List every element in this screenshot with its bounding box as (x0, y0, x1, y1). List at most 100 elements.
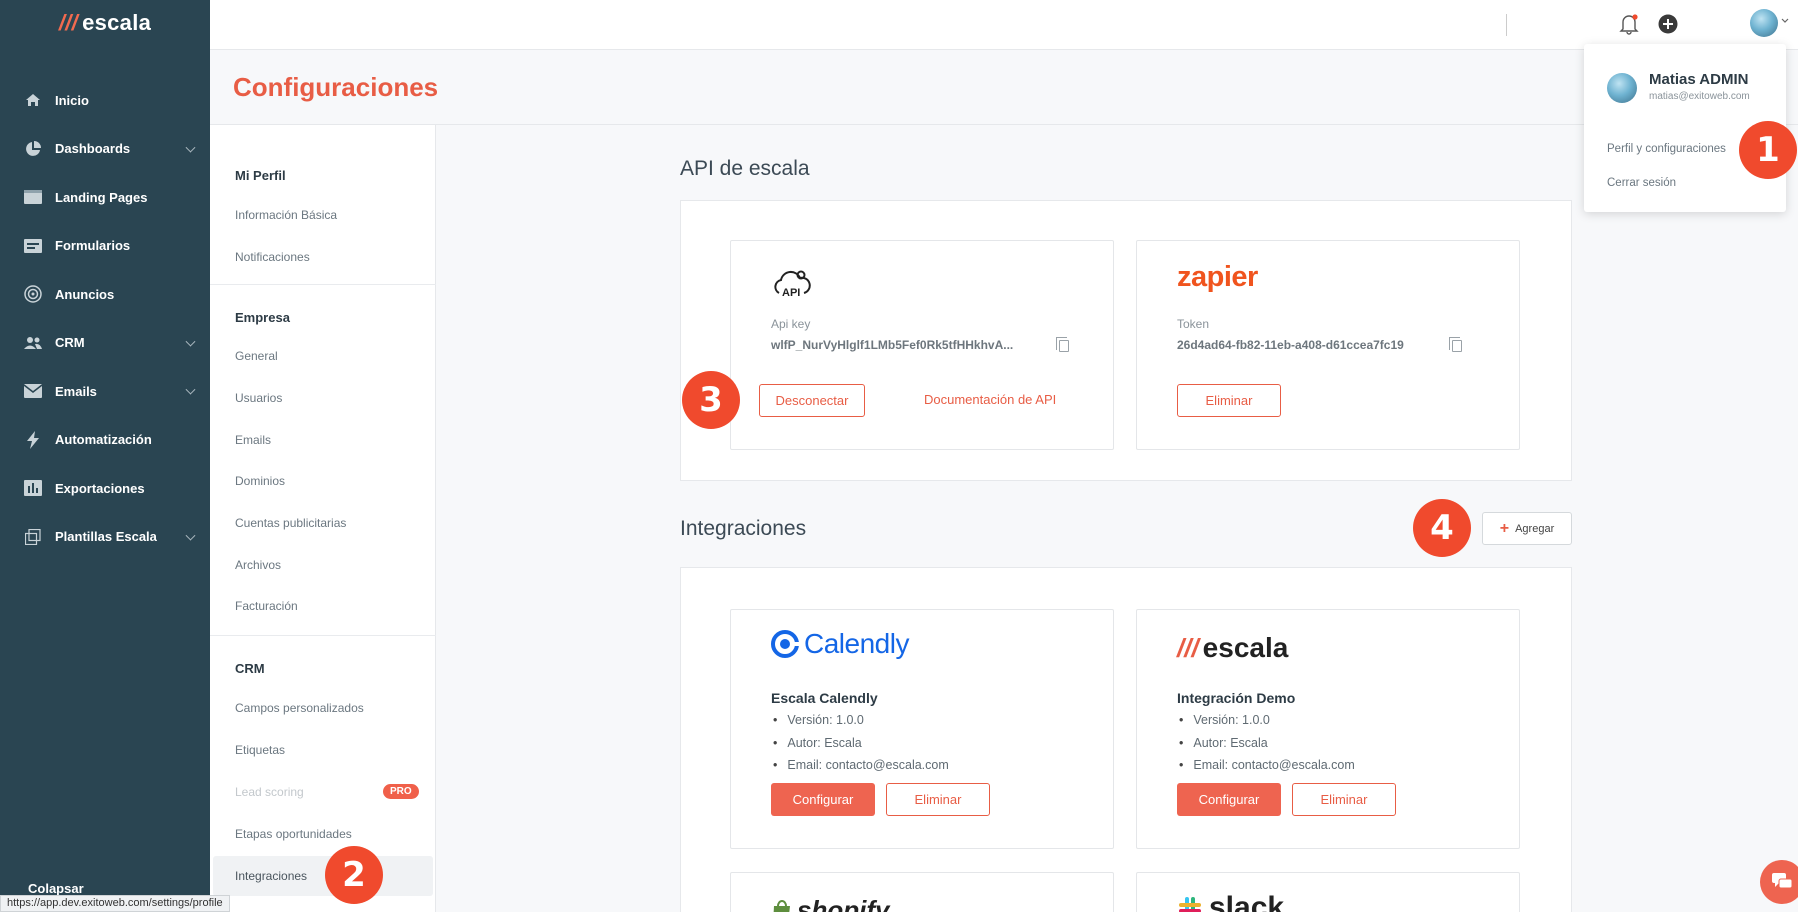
integration-details: Versión: 1.0.0 Autor: Escala Email: cont… (771, 709, 949, 777)
api-cloud-icon: API (771, 269, 811, 304)
user-name: Matias ADMIN (1649, 71, 1749, 88)
status-bar-url: https://app.dev.exitoweb.com/settings/pr… (0, 895, 230, 912)
calendly-logo-icon (771, 630, 799, 658)
api-key-card: API Api key wlfP_NurVyHlglf1LMb5Fef0Rk5t… (730, 240, 1114, 450)
chevron-down-icon (185, 384, 196, 395)
configure-button[interactable]: Configurar (1177, 783, 1281, 816)
settings-section-crm: CRM (235, 661, 265, 676)
form-icon (23, 237, 43, 255)
brand-logo[interactable]: /// escala (0, 0, 210, 46)
escala-logo-text: escala (1202, 632, 1289, 663)
slack-logo: slack (1177, 891, 1284, 912)
settings-item-cuentas-publicitarias[interactable]: Cuentas publicitarias (235, 516, 346, 530)
collapse-sidebar-button[interactable]: Colapsar (28, 881, 84, 896)
chevron-down-icon[interactable] (1778, 14, 1792, 28)
add-label: Agregar (1515, 522, 1555, 535)
settings-item-general[interactable]: General (235, 349, 278, 363)
api-key-value: wlfP_NurVyHlglf1LMb5Fef0Rk5tfHHkhvA... (771, 338, 1014, 352)
settings-item-dominios[interactable]: Dominios (235, 474, 285, 488)
shopify-logo: shopify (771, 895, 889, 912)
zapier-token-label: Token (1177, 317, 1210, 331)
divider (210, 635, 436, 636)
integration-name: Integración Demo (1177, 690, 1296, 706)
chevron-down-icon (185, 530, 196, 541)
settings-item-campos-personalizados[interactable]: Campos personalizados (235, 701, 364, 715)
target-icon (23, 285, 43, 303)
integration-author: Autor: Escala (771, 732, 949, 755)
integration-version: Versión: 1.0.0 (771, 709, 949, 732)
settings-section-empresa: Empresa (235, 310, 290, 325)
settings-item-notificaciones[interactable]: Notificaciones (235, 250, 310, 264)
step-badge-3: 3 (682, 371, 740, 429)
copy-icon[interactable] (1056, 337, 1069, 352)
settings-item-usuarios[interactable]: Usuarios (235, 391, 282, 405)
envelope-icon (23, 382, 43, 400)
svg-text:API: API (782, 287, 800, 299)
disconnect-button[interactable]: Desconectar (759, 384, 865, 417)
sidebar-item-anuncios[interactable]: Anuncios (0, 270, 210, 319)
pie-chart-icon (23, 140, 43, 158)
integration-name: Escala Calendly (771, 690, 878, 706)
top-bar (210, 0, 1798, 50)
settings-item-lead-scoring[interactable]: Lead scoring (235, 785, 304, 799)
integration-email: Email: contacto@escala.com (771, 754, 948, 777)
plus-icon: + (1499, 519, 1510, 537)
escala-logo: /// escala (1177, 632, 1288, 664)
logout-link[interactable]: Cerrar sesión (1607, 177, 1676, 189)
escala-logo-icon: /// (1177, 632, 1199, 663)
bell-icon[interactable] (1617, 12, 1641, 36)
chevron-down-icon (185, 336, 196, 347)
zapier-token-value: 26d4ad64-fb82-11eb-a408-d61ccea7fc19 (1177, 338, 1404, 352)
settings-item-emails[interactable]: Emails (235, 433, 271, 447)
delete-button[interactable]: Eliminar (886, 783, 990, 816)
slack-logo-text: slack (1209, 891, 1285, 912)
api-docs-link[interactable]: Documentación de API (924, 392, 1056, 407)
avatar[interactable] (1750, 9, 1778, 37)
sidebar: /// escala Inicio Dashboards Landing Pag… (0, 0, 210, 912)
calendly-logo-text: Calendly (804, 628, 909, 659)
settings-item-archivos[interactable]: Archivos (235, 558, 281, 572)
zapier-delete-button[interactable]: Eliminar (1177, 384, 1281, 417)
sidebar-item-crm[interactable]: CRM (0, 319, 210, 368)
settings-menu: Mi Perfil Información Básica Notificacio… (210, 125, 436, 912)
settings-item-integraciones[interactable]: Integraciones (235, 869, 307, 883)
integration-card-demo: /// escala Integración Demo Versión: 1.0… (1136, 609, 1520, 849)
add-integration-button[interactable]: + Agregar (1482, 512, 1572, 545)
integration-card-shopify: shopify (730, 872, 1114, 912)
settings-item-facturacion[interactable]: Facturación (235, 599, 298, 613)
step-badge-2: 2 (325, 846, 383, 904)
brand-name: escala (82, 10, 152, 35)
sidebar-item-landing-pages[interactable]: Landing Pages (0, 173, 210, 222)
sidebar-item-exportaciones[interactable]: Exportaciones (0, 464, 210, 513)
sidebar-item-formularios[interactable]: Formularios (0, 222, 210, 271)
configure-button[interactable]: Configurar (771, 783, 875, 816)
sidebar-item-inicio[interactable]: Inicio (0, 76, 210, 125)
step-badge-1: 1 (1739, 121, 1797, 179)
sidebar-item-label: Formularios (55, 238, 131, 254)
page-header: Configuraciones (210, 50, 1798, 125)
integration-email: Email: contacto@escala.com (1177, 754, 1354, 777)
lightning-icon (23, 430, 43, 449)
sidebar-item-emails[interactable]: Emails (0, 367, 210, 416)
integration-details: Versión: 1.0.0 Autor: Escala Email: cont… (1177, 709, 1354, 777)
copy-icon (23, 528, 43, 546)
copy-icon[interactable] (1449, 337, 1462, 352)
shopify-logo-text: shopify (797, 895, 890, 912)
divider (210, 284, 436, 285)
add-circle-icon[interactable] (1656, 12, 1680, 36)
settings-section-mi-perfil: Mi Perfil (235, 168, 286, 183)
settings-item-etapas-oportunidades[interactable]: Etapas oportunidades (235, 827, 352, 841)
browser-icon (23, 188, 43, 206)
settings-item-etiquetas[interactable]: Etiquetas (235, 743, 285, 757)
sidebar-item-plantillas-escala[interactable]: Plantillas Escala (0, 513, 210, 562)
profile-settings-link[interactable]: Perfil y configuraciones (1607, 143, 1726, 155)
settings-item-informacion-basica[interactable]: Información Básica (235, 208, 337, 222)
sidebar-item-label: CRM (55, 335, 85, 351)
sidebar-item-automatizacion[interactable]: Automatización (0, 416, 210, 465)
chat-button[interactable] (1760, 860, 1798, 904)
page-title: Configuraciones (233, 72, 439, 102)
sidebar-item-dashboards[interactable]: Dashboards (0, 125, 210, 174)
sidebar-nav: Inicio Dashboards Landing Pages Formular… (0, 76, 210, 561)
api-section-title: API de escala (680, 157, 810, 180)
delete-button[interactable]: Eliminar (1292, 783, 1396, 816)
